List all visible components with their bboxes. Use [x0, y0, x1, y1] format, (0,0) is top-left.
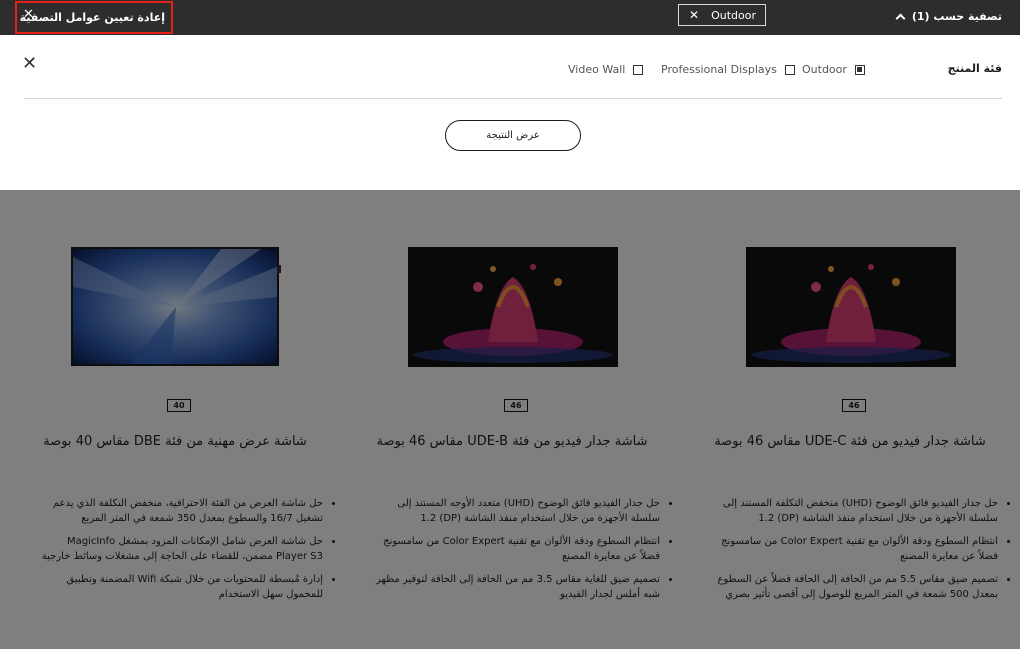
close-icon: ✕ — [23, 7, 34, 22]
checkbox-video-wall[interactable] — [633, 64, 644, 75]
checkbox-outdoor[interactable] — [854, 64, 865, 75]
active-filter-label: Outdoor — [711, 8, 756, 22]
chevron-up-icon — [895, 13, 906, 23]
filter-option-label: Outdoor — [802, 63, 847, 76]
remove-chip-icon[interactable]: ✕ — [689, 8, 699, 22]
checkbox-professional-displays[interactable] — [784, 64, 795, 75]
product-card-ude-b[interactable]: 46 شاشة جدار فيديو من فئة UDE-B مقاس 46 … — [342, 190, 682, 649]
paint-splash-display-icon[interactable] — [746, 247, 956, 367]
feature-item: تصميم ضيق للغاية مقاس 3.5 مم من الحافة إ… — [372, 572, 672, 602]
product-grid: 40 شاشة عرض مهنية من فئة DBE مقاس 40 بوص… — [0, 190, 1020, 649]
paint-splash-display-icon[interactable] — [408, 247, 618, 367]
reset-filters-label: إعادة تعيين عوامل التصفية — [19, 11, 165, 24]
feature-item: إدارة مُبسطة للمحتويات من خلال شبكة Wifi… — [35, 572, 335, 602]
filter-by-toggle[interactable]: تصفية حسب (1) — [895, 0, 1002, 32]
active-filter-chip[interactable]: ✕ Outdoor — [678, 4, 766, 26]
show-results-button[interactable]: عرض النتيجة — [445, 120, 581, 151]
product-title[interactable]: شاشة جدار فيديو من فئة UDE-B مقاس 46 بوص… — [342, 434, 682, 449]
feature-item: حل جدار الفيديو فائق الوضوح (UHD) متعدد … — [372, 496, 672, 526]
divider — [24, 98, 1002, 99]
reset-filters-button[interactable]: ✕ إعادة تعيين عوامل التصفية — [15, 1, 173, 34]
product-card-dbe[interactable]: 40 شاشة عرض مهنية من فئة DBE مقاس 40 بوص… — [5, 190, 345, 649]
feature-list: حل جدار الفيديو فائق الوضوح (UHD) منخفض … — [710, 496, 1010, 610]
category-title: فئة المنتج — [947, 62, 1002, 75]
filter-option-label: Video Wall — [568, 63, 626, 76]
size-badge: 46 — [842, 399, 866, 412]
feature-item: حل جدار الفيديو فائق الوضوح (UHD) منخفض … — [710, 496, 1010, 526]
filter-option-professional-displays[interactable]: Professional Displays — [661, 63, 795, 76]
feature-list: حل جدار الفيديو فائق الوضوح (UHD) متعدد … — [372, 496, 672, 610]
filter-option-outdoor[interactable]: Outdoor — [802, 63, 865, 76]
feature-item: تصميم ضيق مقاس 5.5 مم من الحافة إلى الحا… — [710, 572, 1010, 602]
feature-item: حل شاشة العرض شامل الإمكانات المزود بمشغ… — [35, 534, 335, 564]
close-panel-icon[interactable]: ✕ — [22, 53, 37, 74]
feature-item: انتظام السطوع ودقة الألوان مع تقنية Colo… — [372, 534, 672, 564]
feature-item: حل شاشة العرض من الفئة الاحترافية، منخفض… — [35, 496, 335, 526]
filter-option-video-wall[interactable]: Video Wall — [568, 63, 644, 76]
product-title[interactable]: شاشة عرض مهنية من فئة DBE مقاس 40 بوصة — [5, 434, 345, 449]
size-badge: 46 — [504, 399, 528, 412]
feature-item: انتظام السطوع ودقة الألوان مع تقنية Colo… — [710, 534, 1010, 564]
filter-top-bar: ✕ إعادة تعيين عوامل التصفية ✕ Outdoor تص… — [0, 0, 1020, 35]
size-badge: 40 — [167, 399, 191, 412]
filter-option-label: Professional Displays — [661, 63, 777, 76]
product-title[interactable]: شاشة جدار فيديو من فئة UDE-C مقاس 46 بوص… — [680, 434, 1020, 449]
filter-by-label: تصفية حسب (1) — [911, 9, 1002, 23]
feature-list: حل شاشة العرض من الفئة الاحترافية، منخفض… — [35, 496, 335, 610]
blue-light-display-icon[interactable] — [71, 247, 281, 367]
product-card-ude-c[interactable]: 46 شاشة جدار فيديو من فئة UDE-C مقاس 46 … — [680, 190, 1020, 649]
